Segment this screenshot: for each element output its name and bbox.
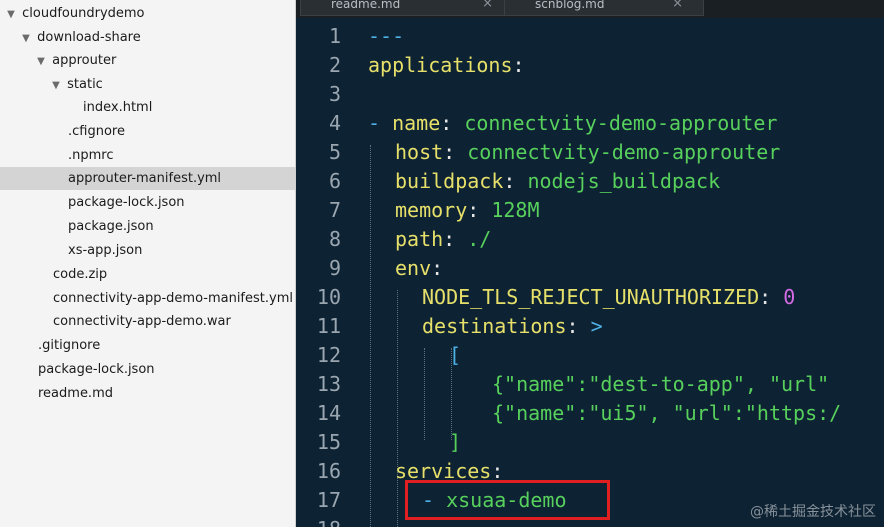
code-editor[interactable]: readme.md × scnblog.md × 1 --- 2 applicati… [296,0,884,527]
line-number: 15 [316,430,341,454]
line-number: 3 [328,82,341,106]
code-text: --- [368,24,405,48]
expand-arrow-icon[interactable]: ▼ [49,74,63,97]
expand-arrow-icon[interactable]: ▼ [19,27,33,50]
code-line: 12 [ [296,341,884,370]
code-line: 6 buildpack: nodejs_buildpack [296,167,884,196]
tree-file-package-lock[interactable]: package-lock.json [0,191,295,214]
line-number: 4 [328,111,341,135]
line-number: 16 [316,459,341,483]
close-icon[interactable]: × [672,0,683,13]
code-text: destinations: > [422,314,603,338]
code-text: buildpack: nodejs_buildpack [395,169,721,193]
code-line: 11 destinations: > [296,312,884,341]
tree-folder-download-share[interactable]: ▼ download-share [0,26,295,50]
tree-item-label: code.zip [53,267,108,282]
tree-item-label: connectivity-app-demo-manifest.yml [53,291,293,306]
tree-file-xs-app[interactable]: xs-app.json [0,239,295,262]
code-text: env: [395,256,444,280]
tree-folder-static[interactable]: ▼ static [0,73,295,97]
code-text: [ [449,343,462,367]
line-number: 5 [328,140,341,164]
expand-arrow-icon[interactable]: ▼ [34,50,48,73]
tree-file-gitignore[interactable]: .gitignore [0,334,295,357]
code-line: 3 [296,80,884,109]
tree-folder-approuter[interactable]: ▼ approuter [0,49,295,73]
tree-item-label: package-lock.json [38,362,155,377]
tree-item-label: package-lock.json [68,195,185,210]
tree-item-label: readme.md [38,386,113,401]
line-number: 13 [316,372,341,396]
code-line: 4 - name: connectvity-demo-approuter [296,109,884,138]
code-text: path: ./ [395,227,492,251]
tree-item-label: approuter-manifest.yml [68,171,222,186]
tree-item-label: index.html [83,100,153,115]
tree-file-cfignore[interactable]: .cfignore [0,120,295,143]
line-number: 18 [296,515,341,527]
line-number: 10 [316,285,341,309]
code-text: NODE_TLS_REJECT_UNAUTHORIZED: 0 [422,285,796,309]
tree-file-connectivity-manifest[interactable]: connectivity-app-demo-manifest.yml [0,287,295,310]
code-text: ] [449,430,462,454]
tree-item-label: .cfignore [68,124,125,139]
tree-folder-cloudfoundrydemo[interactable]: ▼ cloudfoundrydemo [0,2,295,26]
watermark: @稀土掘金技术社区 [750,504,876,520]
code-line: 7 memory: 128M [296,196,884,225]
tree-item-label: download-share [37,30,141,45]
file-tree-sidebar: ▼ cloudfoundrydemo ▼ download-share ▼ ap… [0,0,296,527]
line-number: 8 [328,227,341,251]
tree-item-label: cloudfoundrydemo [22,6,145,21]
code-line: 9 env: [296,254,884,283]
line-number: 1 [328,24,341,48]
code-text: applications: [368,53,525,77]
tree-file-npmrc[interactable]: .npmrc [0,144,295,167]
expand-arrow-icon[interactable]: ▼ [4,3,18,26]
tree-item-label: .gitignore [38,338,101,353]
code-text: {"name":"ui5", "url":"https:/ [492,401,842,425]
close-icon[interactable]: × [482,0,493,13]
line-number: 14 [316,401,341,425]
highlight-annotation-box [405,480,610,520]
tree-file-package-lock-root[interactable]: package-lock.json [0,358,295,381]
code-line: 5 host: connectvity-demo-approuter [296,138,884,167]
line-number: 6 [328,169,341,193]
tree-item-label: package.json [68,219,154,234]
code-line: 15] [296,428,884,457]
line-number: 17 [316,488,341,512]
code-line: 8 path: ./ [296,225,884,254]
code-line: 2 applications: [296,51,884,80]
code-text: host: connectvity-demo-approuter [395,140,781,164]
tab-label: scnblog.md [535,0,605,11]
tab-readme[interactable]: readme.md × [300,0,514,16]
code-line: 14 {"name":"ui5", "url":"https:/ [296,399,884,428]
tree-item-label: xs-app.json [68,243,143,258]
code-text: memory: 128M [395,198,540,222]
tab-label: readme.md [331,0,401,11]
tree-file-index-html[interactable]: index.html [0,96,295,119]
code-text: - name: connectvity-demo-approuter [368,111,778,135]
tab-scnblog[interactable]: scnblog.md × [504,0,704,16]
line-number: 9 [328,256,341,280]
tree-item-label: static [67,77,103,92]
tree-item-label: connectivity-app-demo.war [53,314,231,329]
code-line: 13 {"name":"dest-to-app", "url" [296,370,884,399]
line-number: 12 [316,343,341,367]
tree-file-package-json[interactable]: package.json [0,215,295,238]
tree-file-connectivity-war[interactable]: connectivity-app-demo.war [0,310,295,333]
tree-file-readme[interactable]: readme.md [0,382,295,405]
tree-item-label: approuter [52,53,117,68]
tree-file-approuter-manifest[interactable]: approuter-manifest.yml [0,167,295,190]
tab-bar: readme.md × scnblog.md × [296,0,884,18]
line-number: 2 [328,53,341,77]
code-line: 1 --- [296,22,884,51]
tree-file-code-zip[interactable]: code.zip [0,263,295,286]
line-number: 11 [316,314,341,338]
line-number: 7 [328,198,341,222]
code-line: 10 NODE_TLS_REJECT_UNAUTHORIZED: 0 [296,283,884,312]
code-text: {"name":"dest-to-app", "url" [492,372,830,396]
tree-item-label: .npmrc [68,148,114,163]
